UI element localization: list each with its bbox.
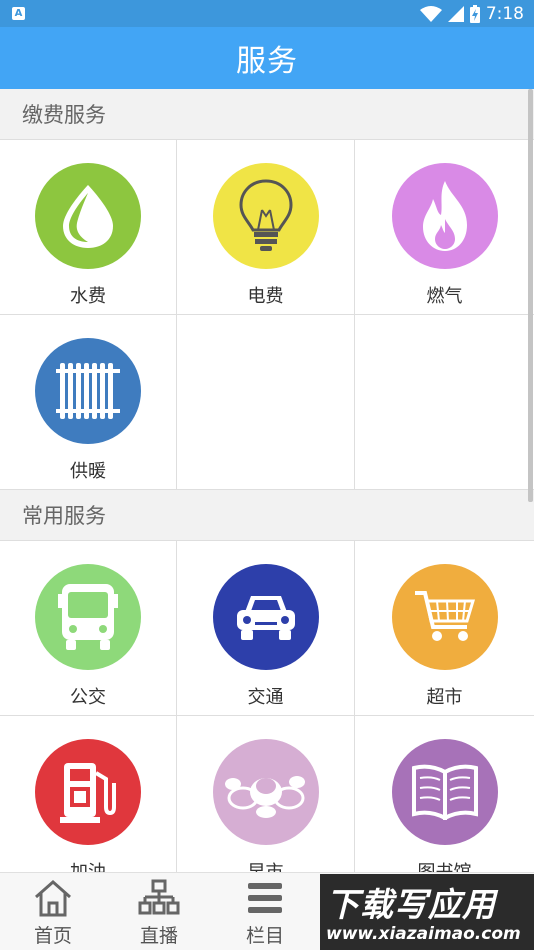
- common-services-grid: 公交 交通 超市 加油 早市: [0, 541, 534, 872]
- services-content[interactable]: 缴费服务 水费 电费 燃气 供暖 常用服务 公交 交通 超市: [0, 89, 534, 872]
- section-title: 缴费服务: [22, 103, 106, 127]
- home-icon: [35, 879, 71, 917]
- service-item-gas[interactable]: 燃气: [355, 140, 534, 315]
- app-notification-icon: A: [12, 7, 25, 20]
- service-label: 公交: [70, 687, 106, 708]
- nav-item-home[interactable]: 首页: [0, 873, 106, 950]
- nav-item-columns[interactable]: 栏目: [212, 873, 318, 950]
- water-drop-icon: [35, 163, 141, 269]
- service-item-supermarket[interactable]: 超市: [355, 541, 534, 716]
- sitemap-icon: [138, 879, 180, 915]
- nav-label: 首页: [33, 925, 72, 947]
- produce-icon: [212, 739, 319, 845]
- watermark-title: 下载写应用: [326, 885, 496, 924]
- service-label: 图书馆: [418, 858, 472, 872]
- service-item-heating[interactable]: 供暖: [0, 315, 177, 490]
- service-label: 电费: [247, 286, 284, 307]
- empty-cell: [177, 315, 355, 490]
- service-item-fuel[interactable]: 加油: [0, 716, 177, 872]
- menu-icon: [248, 883, 282, 913]
- service-label: 超市: [426, 687, 463, 708]
- book-icon: [391, 739, 498, 845]
- status-time: 7:18: [485, 3, 524, 24]
- service-label: 供暖: [70, 461, 106, 482]
- battery-icon: [469, 4, 480, 23]
- watermark-overlay: 下载写应用 www.xiazaimao.com: [320, 874, 534, 950]
- service-item-electricity[interactable]: 电费: [177, 140, 355, 315]
- section-header-payment: 缴费服务: [0, 89, 534, 140]
- fuel-pump-icon: [35, 739, 141, 845]
- service-item-traffic[interactable]: 交通: [177, 541, 355, 716]
- shopping-cart-icon: [391, 564, 498, 670]
- service-label: 加油: [70, 858, 106, 872]
- service-label: 燃气: [426, 286, 463, 307]
- status-bar: A 7:18: [0, 0, 534, 27]
- page-title: 服务: [236, 44, 298, 79]
- status-right: 7:18: [419, 0, 524, 27]
- service-item-bus[interactable]: 公交: [0, 541, 177, 716]
- section-title: 常用服务: [22, 504, 106, 528]
- bus-icon: [35, 564, 141, 670]
- flame-icon: [391, 163, 498, 269]
- payment-services-grid: 水费 电费 燃气 供暖: [0, 140, 534, 490]
- nav-label: 栏目: [245, 925, 284, 947]
- section-header-common: 常用服务: [0, 490, 534, 541]
- watermark-url: www.xiazaimao.com: [326, 924, 521, 944]
- wifi-icon: [419, 5, 442, 22]
- service-label: 水费: [70, 286, 106, 307]
- signal-icon: [447, 5, 464, 22]
- service-item-water[interactable]: 水费: [0, 140, 177, 315]
- empty-cell: [355, 315, 534, 490]
- app-bar: 服务: [0, 27, 534, 89]
- service-label: 交通: [247, 687, 284, 708]
- scrollbar[interactable]: [528, 89, 533, 502]
- service-item-morning-market[interactable]: 早市: [177, 716, 355, 872]
- car-icon: [212, 564, 319, 670]
- service-item-library[interactable]: 图书馆: [355, 716, 534, 872]
- service-label: 早市: [248, 858, 284, 872]
- nav-label: 直播: [139, 925, 178, 947]
- radiator-icon: [35, 338, 141, 444]
- nav-item-live[interactable]: 直播: [106, 873, 212, 950]
- light-bulb-icon: [212, 163, 319, 269]
